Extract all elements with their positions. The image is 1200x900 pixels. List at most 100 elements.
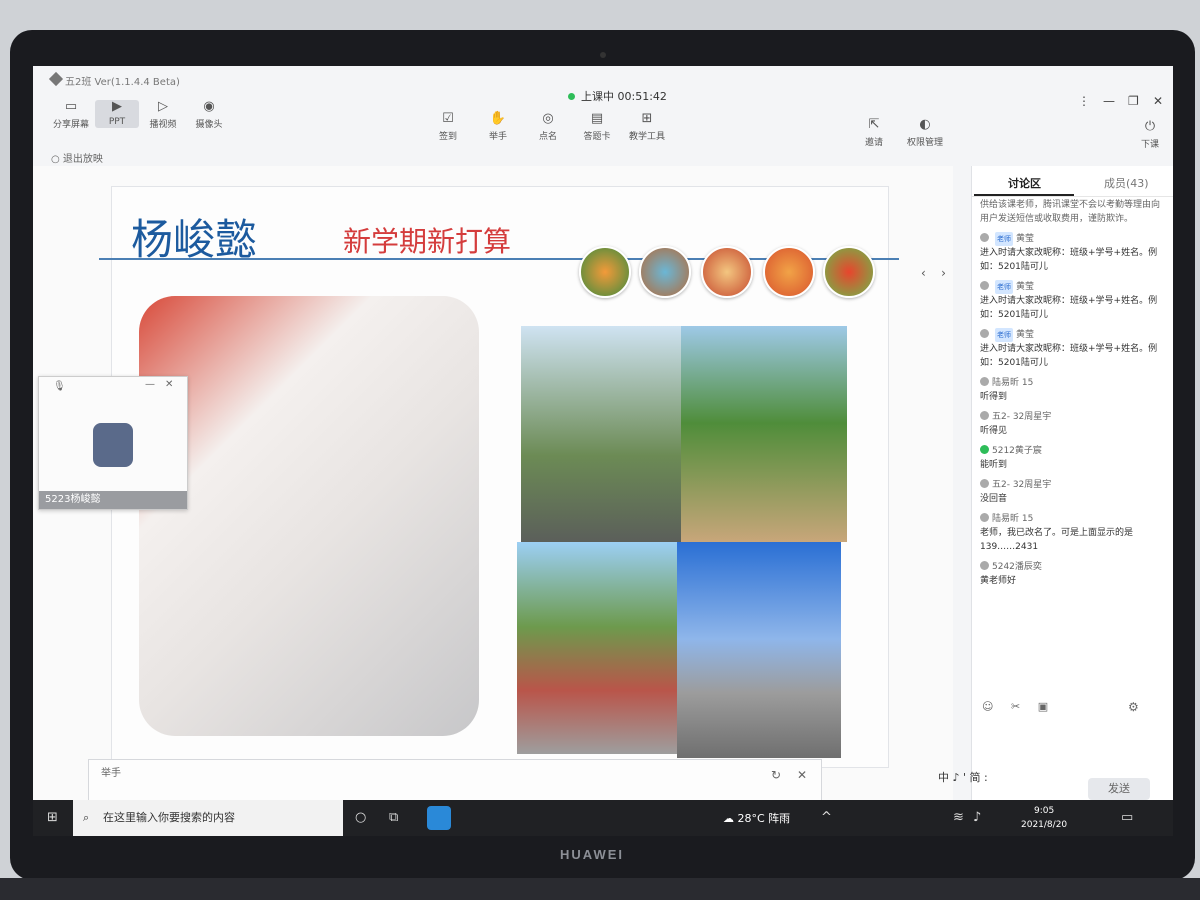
volume-icon[interactable]: ♪: [973, 810, 981, 825]
clock-time: 9:05: [1033, 806, 1055, 816]
refresh-icon[interactable]: ↻: [771, 768, 781, 782]
app-logo-icon: [48, 71, 64, 87]
raise-hand-button[interactable]: ✋ 举手: [483, 112, 513, 143]
mic-icon: 🎙: [53, 381, 66, 392]
ppt-button[interactable]: ▶ PPT: [95, 100, 139, 128]
rollcall-icon: ◎: [542, 111, 554, 126]
slide-photo: [677, 542, 841, 758]
slide-circle-image: [823, 246, 875, 298]
gear-icon[interactable]: ⚙: [1128, 700, 1139, 714]
chevron-up-icon[interactable]: ^: [821, 810, 832, 825]
teaching-tools-label: 教学工具: [628, 132, 665, 142]
message-text: 能听到: [980, 460, 1008, 470]
next-slide-icon[interactable]: ›: [937, 266, 946, 280]
answer-card-button[interactable]: ▤ 答题卡: [579, 112, 615, 143]
list-item: 陆易昕 15 老师，我已改名了。可是上面显示的是139……2431: [980, 512, 1166, 554]
close-video-icon[interactable]: ✕: [165, 379, 173, 390]
slide-circle-image: [701, 246, 753, 298]
avatar: [980, 233, 989, 242]
send-button[interactable]: 发送: [1088, 778, 1150, 800]
tab-members[interactable]: 成员(43): [1104, 175, 1149, 191]
classroom-app-icon[interactable]: [427, 806, 451, 830]
end-class-icon: ⏻: [1144, 119, 1156, 134]
avatar: [93, 423, 133, 467]
message-text: 听得见: [980, 426, 1008, 436]
prev-slide-icon[interactable]: ‹: [921, 266, 930, 280]
cloud-rain-icon: ☁: [723, 812, 738, 825]
message-list: 供给该课老师，腾讯课堂不会以考勤等理由向用户发送短信或收取费用，谨防欺诈。 老师…: [980, 198, 1166, 594]
message-text: 老师，我已改名了。可是上面显示的是139……2431: [980, 528, 1134, 552]
sender-name: 5212黄子宸: [992, 446, 1042, 456]
task-switch-icon[interactable]: ⧉: [389, 810, 398, 825]
avatar: [980, 377, 989, 386]
image-icon[interactable]: ▣: [1038, 700, 1048, 713]
teaching-tools-button[interactable]: ⊞ 教学工具: [625, 111, 669, 143]
sender-name: 黄莹: [1016, 330, 1035, 340]
taskbar-search[interactable]: ⌕ 在这里输入你要搜索的内容: [73, 800, 343, 836]
slide-circle-image: [639, 246, 691, 298]
rollcall-button[interactable]: ◎ 点名: [533, 111, 563, 143]
list-item: 老师 黄莹进入时请大家改昵称：班级+学号+姓名。例如：5201陆可儿: [980, 232, 1166, 274]
play-video-label: 播视频: [149, 120, 177, 130]
scissors-icon[interactable]: ✂: [1011, 700, 1020, 713]
checkin-label: 签到: [438, 132, 457, 142]
list-item: 陆易昕 15 听得到: [980, 376, 1166, 404]
sender-name: 五2- 32周星宇: [992, 412, 1052, 422]
camera-button[interactable]: ◉ 摄像头: [189, 99, 229, 131]
sender-name: 黄莹: [1016, 234, 1035, 244]
permission-label: 权限管理: [906, 138, 943, 148]
message-text: 进入时请大家改昵称：班级+学号+姓名。例如：5201陆可儿: [980, 296, 1158, 320]
avatar: [980, 479, 989, 488]
message-sender: 老师 黄莹: [980, 280, 1166, 294]
emoji-icon[interactable]: ☺: [982, 700, 993, 713]
answer-card-label: 答题卡: [583, 132, 611, 142]
close-raise-bar-icon[interactable]: ✕: [797, 768, 807, 782]
avatar: [980, 411, 989, 420]
slide-main-photo: [139, 296, 479, 736]
camera-icon: ◉: [203, 99, 215, 114]
clock[interactable]: 9:05 2021/8/20: [1021, 804, 1067, 832]
teacher-badge: 老师: [995, 328, 1013, 342]
tab-discussion[interactable]: 讨论区: [1008, 175, 1041, 191]
search-placeholder: 在这里输入你要搜索的内容: [103, 811, 235, 824]
permission-button[interactable]: ◐ 权限管理: [903, 118, 947, 149]
device-brand: HUAWEI: [560, 847, 624, 862]
message-text: 进入时请大家改昵称：班级+学号+姓名。例如：5201陆可儿: [980, 248, 1158, 272]
avatar: [980, 513, 989, 522]
raise-hand-bar-label: 举手: [101, 768, 121, 779]
list-item: 5242潘辰奕黄老师好: [980, 560, 1166, 588]
sender-name: 五2- 32周星宇: [992, 480, 1052, 490]
video-window-header: 🎙 — ✕: [39, 377, 187, 397]
sender-name: 黄莹: [1016, 282, 1035, 292]
notification-icon[interactable]: ▭: [1121, 810, 1133, 825]
message-text: 黄老师好: [980, 576, 1017, 586]
message-sender: 5242潘辰奕: [980, 560, 1166, 574]
exit-slideshow-link[interactable]: ○ 退出放映: [51, 150, 103, 165]
minimize-video-icon[interactable]: —: [145, 379, 155, 390]
play-video-button[interactable]: ▷ 播视频: [143, 100, 183, 131]
slide-circle-image: [763, 246, 815, 298]
screen-share-icon: ▭: [64, 99, 78, 114]
ime-indicator[interactable]: 中 ♪ ' 简 :: [938, 769, 988, 785]
windows-start-icon[interactable]: ⊞: [47, 810, 58, 825]
end-class-button[interactable]: ⏻ 下课: [1135, 119, 1165, 151]
share-screen-button[interactable]: ▭ 分享屏幕: [51, 99, 91, 131]
message-sender: 陆易昕 15: [980, 376, 1166, 390]
avatar: [980, 561, 989, 570]
chat-tools: ☺ ✂ ▣: [982, 700, 1062, 713]
list-item: 5212黄子宸能听到: [980, 444, 1166, 472]
checkin-button[interactable]: ☑ 签到: [433, 112, 463, 143]
task-view-icon[interactable]: ○: [355, 810, 366, 825]
toolbar: ▭ 分享屏幕 ▶ PPT ▷ 播视频 ◉ 摄像头 ☑ 签到 ✋ 举手 ◎ 点名 ▤ 答题卡 ⊞ 教…: [33, 96, 1173, 151]
student-video-window[interactable]: 🎙 — ✕ 5223杨峻懿: [38, 376, 188, 510]
taskbar: ⊞ ⌕ 在这里输入你要搜索的内容 ○ ⧉ ☁ 28°C 阵雨 ^ ≋ ♪ 9:0…: [33, 800, 1173, 836]
message-sender: 五2- 32周星宇: [980, 478, 1166, 492]
message-sender: 老师 黄莹: [980, 328, 1166, 342]
teacher-badge: 老师: [995, 232, 1013, 246]
message-text: 听得到: [980, 392, 1008, 402]
invite-button[interactable]: ⇱ 邀请: [859, 118, 889, 149]
sender-name: 陆易昕 15: [992, 514, 1034, 524]
list-item: 老师 黄莹进入时请大家改昵称：班级+学号+姓名。例如：5201陆可儿: [980, 280, 1166, 322]
wifi-icon[interactable]: ≋: [953, 810, 964, 825]
teaching-tools-icon: ⊞: [641, 111, 653, 126]
